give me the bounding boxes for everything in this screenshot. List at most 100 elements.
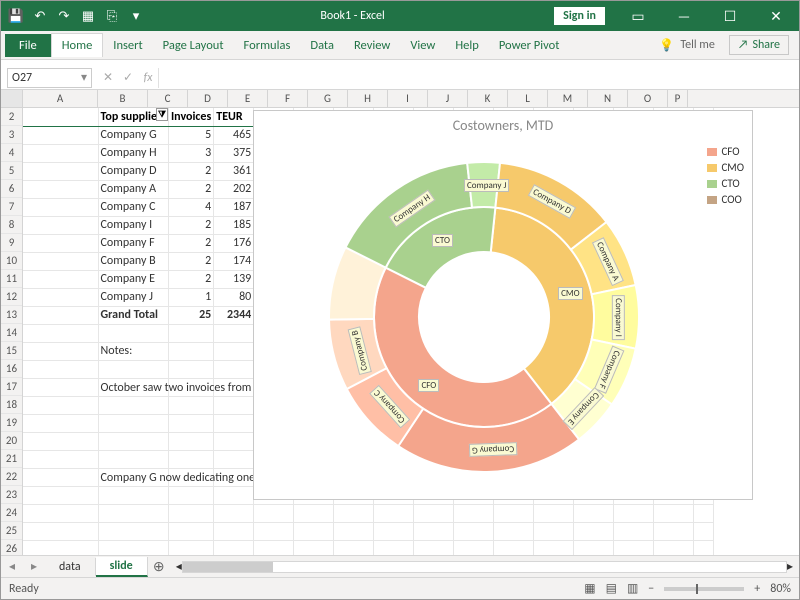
cell[interactable] — [23, 522, 98, 540]
column-header[interactable]: N — [588, 90, 628, 107]
cell[interactable]: Invoices — [168, 108, 213, 126]
column-header[interactable]: P — [668, 90, 688, 107]
cell[interactable] — [23, 450, 98, 468]
row-header[interactable]: 11 — [1, 270, 22, 288]
row-header[interactable]: 3 — [1, 126, 22, 144]
cell[interactable]: Top suppliers⧩ — [98, 108, 168, 126]
cell[interactable] — [168, 432, 213, 450]
tab-page-layout[interactable]: Page Layout — [153, 34, 234, 57]
cell[interactable] — [534, 540, 574, 555]
cell[interactable] — [98, 324, 168, 342]
cell[interactable]: 202 — [214, 180, 254, 198]
cell[interactable] — [23, 414, 98, 432]
cell[interactable] — [214, 432, 254, 450]
tab-review[interactable]: Review — [344, 34, 400, 57]
cell[interactable] — [214, 360, 254, 378]
cell[interactable] — [23, 432, 98, 450]
cell[interactable] — [454, 540, 494, 555]
cell[interactable]: Company A — [98, 180, 168, 198]
cell[interactable] — [168, 396, 213, 414]
view-pagebreak-icon[interactable]: ▥ — [627, 581, 638, 596]
cell[interactable] — [98, 540, 168, 555]
cell[interactable] — [654, 522, 694, 540]
cell[interactable] — [694, 540, 714, 555]
column-header[interactable]: L — [508, 90, 548, 107]
column-header[interactable]: A — [23, 90, 98, 107]
qat-more-icon[interactable]: ▾ — [127, 7, 145, 25]
tab-insert[interactable]: Insert — [103, 34, 152, 57]
cell[interactable] — [454, 504, 494, 522]
cell[interactable]: 2 — [168, 162, 213, 180]
cell[interactable] — [214, 342, 254, 360]
redo-icon[interactable]: ↷ — [55, 7, 73, 25]
cell[interactable] — [334, 540, 374, 555]
column-header[interactable]: G — [308, 90, 348, 107]
zoom-out-icon[interactable]: − — [648, 582, 654, 596]
zoom-slider[interactable] — [664, 587, 744, 591]
cell[interactable] — [23, 342, 98, 360]
cell[interactable] — [23, 162, 98, 180]
sign-in-button[interactable]: Sign in — [554, 7, 605, 25]
row-header[interactable]: 5 — [1, 162, 22, 180]
add-sheet-icon[interactable]: ⊕ — [148, 558, 170, 575]
cell[interactable]: 185 — [214, 216, 254, 234]
cell[interactable]: 375 — [214, 144, 254, 162]
cell[interactable] — [23, 540, 98, 555]
cell[interactable] — [23, 270, 98, 288]
cell[interactable] — [168, 450, 213, 468]
cell[interactable]: 176 — [214, 234, 254, 252]
row-header[interactable]: 23 — [1, 486, 22, 504]
fx-icon[interactable]: fx — [138, 71, 158, 85]
sheet-nav-last-icon[interactable]: ▸ — [23, 559, 45, 574]
cell[interactable]: 2344 — [214, 306, 254, 324]
cell[interactable] — [254, 504, 294, 522]
save-icon[interactable]: 💾 — [7, 7, 25, 25]
cell[interactable] — [534, 504, 574, 522]
cell[interactable]: Grand Total — [98, 306, 168, 324]
cell[interactable] — [214, 450, 254, 468]
maximize-icon[interactable]: ☐ — [707, 1, 753, 31]
cell[interactable]: 4 — [168, 198, 213, 216]
cell[interactable] — [334, 522, 374, 540]
column-header[interactable]: B — [98, 90, 148, 107]
row-header[interactable]: 26 — [1, 540, 22, 555]
minimize-icon[interactable]: — — [661, 1, 707, 31]
cell[interactable] — [614, 540, 654, 555]
scroll-right-icon[interactable]: ▸ — [787, 559, 793, 574]
worksheet-grid[interactable]: ABCDEFGHIJKLMNOP 23456789101112131415161… — [1, 90, 799, 555]
chart-object[interactable]: Costowners, MTD CFO CMO CTO COO Company … — [253, 110, 753, 500]
row-header[interactable]: 14 — [1, 324, 22, 342]
cell[interactable]: 465 — [214, 126, 254, 144]
cell[interactable] — [23, 288, 98, 306]
cell[interactable] — [654, 504, 694, 522]
close-icon[interactable]: ✕ — [753, 1, 799, 31]
cell[interactable] — [414, 540, 454, 555]
column-header[interactable]: D — [188, 90, 228, 107]
cell[interactable] — [23, 216, 98, 234]
cell[interactable] — [168, 324, 213, 342]
cell[interactable] — [98, 522, 168, 540]
row-header[interactable]: 22 — [1, 468, 22, 486]
tab-help[interactable]: Help — [445, 34, 488, 57]
cell[interactable] — [168, 504, 213, 522]
cell[interactable] — [168, 360, 213, 378]
tab-home[interactable]: Home — [51, 33, 104, 57]
filter-icon[interactable]: ⧩ — [156, 108, 168, 121]
row-header[interactable]: 17 — [1, 378, 22, 396]
tab-formulas[interactable]: Formulas — [234, 34, 301, 57]
share-button[interactable]: ↗ Share — [729, 35, 789, 55]
tellme-input[interactable]: Tell me — [680, 38, 715, 52]
row-header[interactable]: 21 — [1, 450, 22, 468]
zoom-level[interactable]: 80% — [770, 582, 791, 596]
column-header[interactable]: E — [228, 90, 268, 107]
cell[interactable] — [23, 126, 98, 144]
column-header[interactable]: K — [468, 90, 508, 107]
cell[interactable]: 187 — [214, 198, 254, 216]
cell[interactable] — [534, 522, 574, 540]
cancel-formula-icon[interactable]: ✕ — [98, 70, 118, 85]
cell[interactable]: 3 — [168, 144, 213, 162]
cell[interactable] — [494, 504, 534, 522]
row-header[interactable]: 9 — [1, 234, 22, 252]
cell[interactable] — [23, 468, 98, 486]
qat-button-icon[interactable]: ⎘ — [103, 7, 121, 25]
